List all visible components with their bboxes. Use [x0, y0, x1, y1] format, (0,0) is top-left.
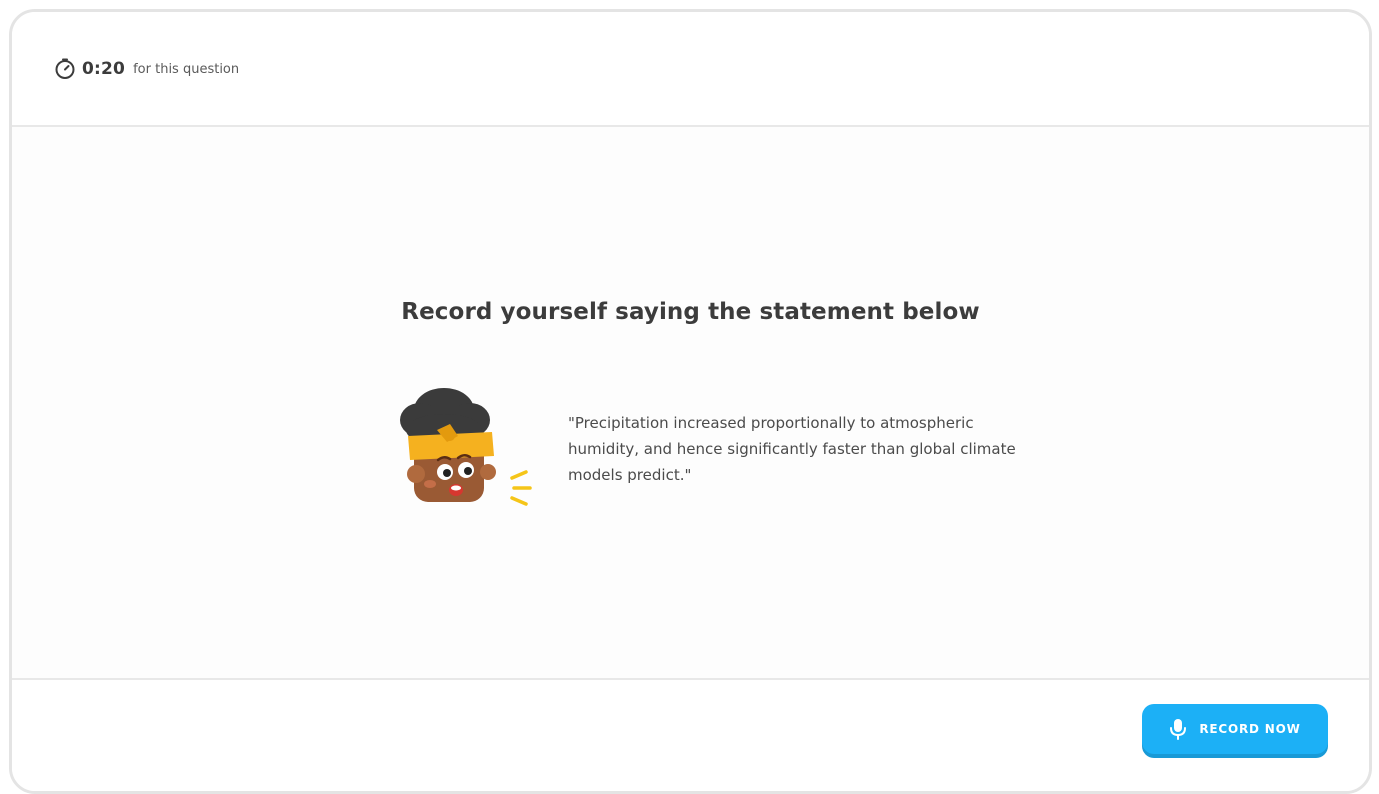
microphone-icon — [1169, 718, 1187, 740]
prompt-title: Record yourself saying the statement bel… — [401, 299, 980, 325]
question-card: 0:20 for this question Record yourself s… — [9, 9, 1372, 794]
top-bar: 0:20 for this question — [12, 12, 1369, 127]
timer-value: 0:20 — [82, 59, 126, 79]
bottom-bar: RECORD NOW — [12, 678, 1369, 791]
record-now-label: RECORD NOW — [1199, 722, 1301, 736]
question-timer: 0:20 for this question — [54, 58, 239, 80]
timer-suffix: for this question — [133, 61, 240, 77]
statement-text: "Precipitation increased proportionally … — [568, 414, 1016, 484]
stopwatch-icon — [54, 58, 76, 80]
record-now-button[interactable]: RECORD NOW — [1142, 704, 1328, 754]
speaking-character-illustration — [392, 380, 532, 510]
